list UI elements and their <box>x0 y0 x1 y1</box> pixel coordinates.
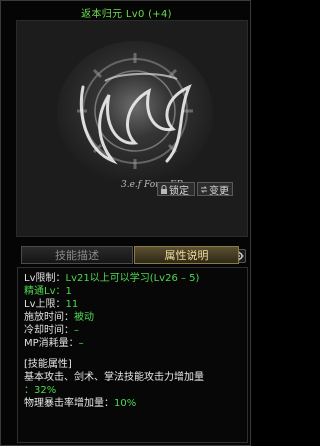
tab-bar: 技能描述 属性说明 <box>21 246 246 264</box>
lv-limit-label: Lv限制： <box>24 273 66 284</box>
lv-cap-label: Lv上限： <box>24 299 66 310</box>
attributes-header: [技能属性] <box>24 359 72 370</box>
cast-time-value: 被动 <box>74 312 94 323</box>
change-button-label: 变更 <box>209 185 229 197</box>
tab-skill-description-label: 技能描述 <box>55 249 99 262</box>
attribute-line-2-label: 物理暴击率增加量： <box>24 398 114 409</box>
skill-emblem-image: 3.e.f ForevER <box>17 21 247 236</box>
attribute-line-1: 基本攻击、剑术、掌法技能攻击力增加量 <box>24 372 204 383</box>
skill-preview: 3.e.f ForevER <box>16 20 248 237</box>
mp-cost-label: MP消耗量： <box>24 338 79 349</box>
skill-info-panel: Lv限制：Lv21以上可以学习(Lv26 – 5) 精通Lv：1 Lv上限：11… <box>17 267 248 443</box>
lv-limit-row: Lv限制：Lv21以上可以学习(Lv26 – 5) <box>24 272 241 285</box>
cast-time-label: 施放时间： <box>24 312 74 323</box>
master-lv-row: 精通Lv：1 <box>24 285 241 298</box>
attribute-line-2-value: 10% <box>114 398 137 409</box>
cooldown-row: 冷却时间：– <box>24 324 241 337</box>
attribute-line-2: 物理暴击率增加量：10% <box>24 397 241 410</box>
attribute-line-1-value: ：32% <box>24 385 57 396</box>
lock-button-label: 锁定 <box>169 185 189 197</box>
tab-attribute-description[interactable]: 属性说明 <box>134 246 239 264</box>
mp-cost-row: MP消耗量：– <box>24 337 241 350</box>
lock-icon <box>161 184 167 194</box>
cooldown-label: 冷却时间： <box>24 325 74 336</box>
tab-attribute-description-label: 属性说明 <box>164 249 209 262</box>
skill-tooltip-window: 返本归元 Lv0 (+4) 3.e.f ForevER 锁定 变更 技能描述 属… <box>0 0 251 446</box>
tab-skill-description[interactable]: 技能描述 <box>21 246 133 264</box>
lv-cap-row: Lv上限：11 <box>24 298 241 311</box>
lv-limit-value: Lv21以上可以学习(Lv26 – 5) <box>65 273 200 284</box>
swap-icon <box>200 185 208 193</box>
master-lv-value: 1 <box>65 286 72 297</box>
cast-time-row: 施放时间：被动 <box>24 311 241 324</box>
mp-cost-value: – <box>78 338 84 349</box>
lock-button[interactable]: 锁定 <box>157 182 195 197</box>
lv-cap-value: 11 <box>65 299 79 310</box>
cooldown-value: – <box>74 325 79 336</box>
skill-title: 返本归元 Lv0 (+4) <box>81 9 172 20</box>
change-button[interactable]: 变更 <box>197 182 233 197</box>
master-lv-label: 精通Lv： <box>24 286 66 297</box>
